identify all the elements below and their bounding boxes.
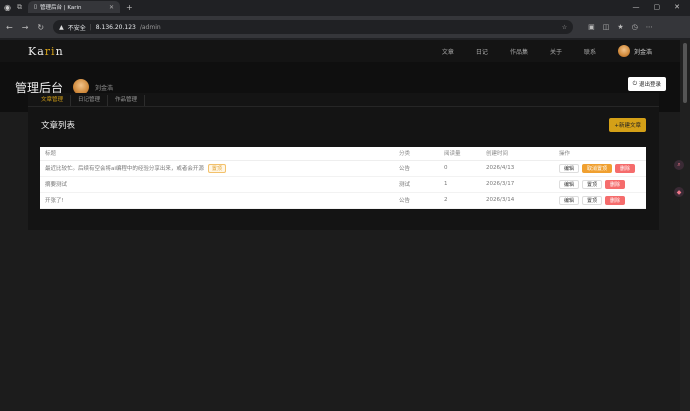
favorites-icon[interactable]: ★ — [617, 23, 623, 31]
more-icon[interactable]: ⋯ — [646, 23, 653, 31]
category-cell: 公告 — [394, 192, 439, 209]
date-cell: 2026/3/14 — [481, 192, 554, 209]
browser-sidebar: ⌕ ◆ — [674, 160, 684, 197]
minimize-icon[interactable]: — — [633, 3, 640, 11]
nav-user-name: 刘金浩 — [633, 48, 652, 56]
column-header: 标题 — [40, 147, 394, 161]
forward-icon[interactable]: → — [22, 23, 29, 32]
history-icon[interactable]: ◷ — [632, 23, 638, 31]
table-row: 最近比较忙。后续有空会将ai编程中的经验分享出来，或者会开源 置顶 公告 0 20… — [40, 160, 646, 177]
nav-item-articles[interactable]: 文章 — [442, 47, 454, 56]
column-header: 操作 — [554, 147, 646, 161]
admin-panel: 文章管理 日记管理 作品管理 文章列表 +新建文章 标题 分类 阅读量 创建时间… — [28, 93, 659, 230]
logo-part: Ka — [28, 44, 45, 58]
column-header: 阅读量 — [439, 147, 481, 161]
admin-tabs: 文章管理 日记管理 作品管理 — [28, 93, 659, 107]
article-title-cell: 摘要测试 — [40, 176, 394, 193]
warning-icon[interactable]: ▲ — [59, 24, 64, 31]
tab-title: 管理后台 | Karin — [40, 5, 82, 11]
pinned-badge: 置顶 — [207, 163, 226, 173]
nav-item-contact[interactable]: 联系 — [584, 47, 596, 56]
back-icon[interactable]: ← — [6, 23, 13, 32]
avatar — [617, 45, 630, 57]
tab-diary[interactable]: 日记管理 — [71, 95, 109, 106]
article-title-cell: 最近比较忙。后续有空会将ai编程中的经验分享出来，或者会开源 置顶 — [40, 160, 394, 177]
tab-actions-icon[interactable]: ⧉ — [17, 3, 22, 12]
tab-works[interactable]: 作品管理 — [108, 95, 146, 106]
sidebar-search-icon[interactable]: ⌕ — [674, 160, 684, 170]
list-header: 文章列表 +新建文章 — [28, 112, 659, 138]
extensions: ▣ ◫ ★ ◷ ⋯ — [588, 23, 653, 31]
url-host: 8.136.20.123 — [95, 23, 136, 31]
actions-cell: 编辑 置顶 删除 — [554, 176, 646, 193]
scrollbar-thumb[interactable] — [683, 43, 687, 103]
window-controls: — ▢ ✕ — [633, 3, 687, 11]
profile-icon[interactable]: ◉ — [4, 3, 11, 12]
site-header: Karin 文章 日记 作品集 关于 联系 刘金浩 — [0, 40, 680, 62]
address-bar-row: ← → ↻ ▲ 不安全 | 8.136.20.123/admin ☆ ▣ ◫ ★… — [0, 16, 690, 38]
logo-part: n — [55, 44, 64, 58]
logout-label: 退出登录 — [638, 82, 661, 88]
new-article-button[interactable]: +新建文章 — [609, 118, 646, 132]
nav-item-diary[interactable]: 日记 — [476, 47, 488, 56]
unpin-button[interactable]: 取消置顶 — [582, 163, 613, 173]
actions-cell: 编辑 取消置顶 删除 — [554, 160, 646, 177]
logout-button[interactable]: ⏻ 退出登录 — [627, 77, 666, 91]
pin-button[interactable]: 置顶 — [582, 195, 603, 205]
edit-button[interactable]: 编辑 — [559, 179, 580, 189]
views-cell: 1 — [439, 176, 481, 193]
table-row: 摘要测试 测试 1 2026/3/17 编辑 置顶 删除 — [40, 176, 646, 193]
actions-cell: 编辑 置顶 删除 — [554, 192, 646, 209]
date-cell: 2026/4/13 — [481, 160, 554, 177]
views-cell: 0 — [439, 160, 481, 177]
views-cell: 2 — [439, 192, 481, 209]
articles-table: 标题 分类 阅读量 创建时间 操作 最近比较忙。后续有空会将ai编程中的经验分享… — [40, 147, 646, 209]
pin-button[interactable]: 置顶 — [582, 179, 603, 189]
insecure-label: 不安全 — [67, 24, 86, 32]
reload-icon[interactable]: ↻ — [37, 23, 44, 32]
logo-accent: ri — [44, 44, 56, 58]
address-bar[interactable]: ▲ 不安全 | 8.136.20.123/admin ☆ — [53, 20, 574, 34]
delete-button[interactable]: 删除 — [605, 195, 626, 205]
new-tab-icon[interactable]: + — [126, 3, 133, 12]
scrollbar[interactable] — [680, 40, 690, 411]
edit-button[interactable]: 编辑 — [559, 163, 580, 173]
category-cell: 公告 — [394, 160, 439, 177]
url-path: /admin — [139, 23, 161, 31]
extension-icon[interactable]: ▣ — [588, 23, 595, 31]
nav-item-about[interactable]: 关于 — [550, 47, 562, 56]
column-header: 分类 — [394, 147, 439, 161]
close-window-icon[interactable]: ✕ — [674, 3, 680, 11]
tab-bar: ◉ ⧉ ▯ 管理后台 | Karin ✕ + — ▢ ✕ — [0, 0, 690, 14]
article-title[interactable]: 最近比较忙。后续有空会将ai编程中的经验分享出来，或者会开源 — [45, 166, 204, 172]
star-icon[interactable]: ☆ — [562, 24, 567, 31]
page-icon: ▯ — [33, 4, 38, 10]
site-nav: 文章 日记 作品集 关于 联系 刘金浩 — [442, 45, 652, 57]
power-icon: ⏻ — [632, 80, 637, 87]
article-title-cell: 开张了! — [40, 192, 394, 209]
date-cell: 2026/3/17 — [481, 176, 554, 193]
table-row: 开张了! 公告 2 2026/3/14 编辑 置顶 删除 — [40, 192, 646, 209]
table-header-row: 标题 分类 阅读量 创建时间 操作 — [40, 147, 646, 161]
edit-button[interactable]: 编辑 — [559, 195, 580, 205]
close-tab-icon[interactable]: ✕ — [109, 4, 114, 11]
tab-articles[interactable]: 文章管理 — [34, 95, 72, 106]
split-icon[interactable]: ◫ — [603, 23, 610, 31]
article-title[interactable]: 摘要测试 — [45, 182, 67, 188]
delete-button[interactable]: 删除 — [615, 163, 636, 173]
sidebar-extension-icon[interactable]: ◆ — [674, 187, 684, 197]
nav-user[interactable]: 刘金浩 — [617, 45, 652, 57]
hero-user-name: 刘金浩 — [95, 84, 114, 92]
nav-item-portfolio[interactable]: 作品集 — [510, 47, 528, 56]
delete-button[interactable]: 删除 — [605, 179, 626, 189]
category-cell: 测试 — [394, 176, 439, 193]
maximize-icon[interactable]: ▢ — [654, 3, 661, 11]
site-logo[interactable]: Karin — [28, 45, 64, 58]
browser-chrome: ◉ ⧉ ▯ 管理后台 | Karin ✕ + — ▢ ✕ ← → ↻ ▲ 不安全… — [0, 0, 690, 40]
column-header: 创建时间 — [481, 147, 554, 161]
list-title: 文章列表 — [41, 121, 76, 131]
browser-tab[interactable]: ▯ 管理后台 | Karin ✕ — [27, 1, 120, 13]
article-title[interactable]: 开张了! — [45, 198, 64, 204]
